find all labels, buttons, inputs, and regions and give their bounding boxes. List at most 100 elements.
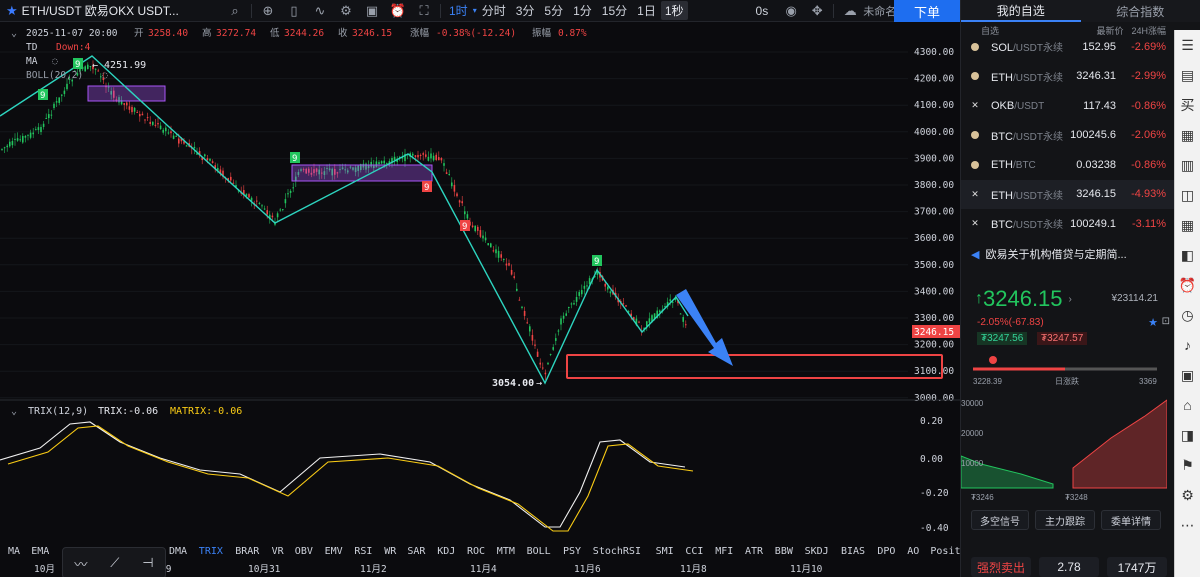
indicator-tab-ema[interactable]: EMA [31, 546, 49, 557]
indicator-icon[interactable]: ∿ [307, 0, 333, 22]
crosshair-icon[interactable]: ✥ [804, 0, 830, 22]
chart-canvas[interactable]: 9 9 9 9 9 9 ← 4251.99 3054.00 → 2025-11-… [0, 22, 979, 577]
sound-icon[interactable]: ♪ [1175, 330, 1200, 360]
add-indicator-icon[interactable]: ⊕ [255, 0, 281, 22]
fullscreen-icon[interactable]: ⛶ [411, 0, 437, 22]
indicator-tab-kdj[interactable]: KDJ [437, 546, 455, 557]
gift-icon[interactable]: ▣ [1175, 360, 1200, 390]
grid-icon[interactable]: ▦ [1175, 210, 1200, 240]
line-tool-icon[interactable]: ⟋ [110, 555, 119, 571]
indicator-tab-rsi[interactable]: RSI [354, 546, 372, 557]
news-icon[interactable]: ▥ [1175, 150, 1200, 180]
favorite-star-icon[interactable]: ★ [6, 3, 18, 19]
indicator-tab-skdj[interactable]: SKDJ [805, 546, 829, 557]
symbol-selector[interactable]: ★ ETH/USDT 欧易OKX USDT... [0, 2, 222, 19]
order-detail-button[interactable]: 委单详情 [1101, 510, 1161, 530]
interval-1h[interactable]: 1时 [444, 2, 473, 19]
indicator-tab-vr[interactable]: VR [272, 546, 285, 557]
indicator-tab-sar[interactable]: SAR [407, 546, 426, 557]
trix-tick: -0.20 [920, 488, 949, 499]
ask-price[interactable]: ₮3247.57 [1037, 332, 1088, 345]
indicator-tab-stochrsi[interactable]: StochRSI [593, 546, 641, 557]
interval-timeline[interactable]: 分时 [477, 2, 511, 19]
alert-icon[interactable]: ⏰ [385, 0, 411, 22]
layout-name[interactable]: 未命名 [863, 3, 896, 19]
interval-1m[interactable]: 1分 [568, 2, 597, 19]
interval-3m[interactable]: 3分 [511, 2, 540, 19]
settings-icon[interactable]: ⚙ [1175, 480, 1200, 510]
indicator-tab-boll[interactable]: BOLL [527, 546, 551, 557]
compare-icon[interactable]: ▣ [359, 0, 385, 22]
wave-tool-icon[interactable]: 〰 [74, 554, 87, 573]
trix-legend[interactable]: TRIX(12,9) [28, 406, 88, 417]
tag-icon[interactable]: ⌂ [1175, 390, 1200, 420]
indicator-tab-cci[interactable]: CCI [685, 546, 703, 557]
watchlist-row[interactable]: BTC/USDT永续 100245.6 -2.06% [961, 121, 1200, 151]
boll-legend[interactable]: BOLL(20,2) [26, 70, 83, 81]
indicator-tab-dpo[interactable]: DPO [877, 546, 895, 557]
share-icon[interactable]: ⊡ [1162, 316, 1170, 327]
eye-hidden-icon[interactable]: ◌ [102, 70, 108, 81]
buy-icon[interactable]: 买 [1175, 90, 1200, 120]
indicator-tab-smi[interactable]: SMI [656, 546, 674, 557]
long-short-signal-button[interactable]: 多空信号 [971, 510, 1029, 530]
calendar-icon[interactable]: ▦ [1175, 120, 1200, 150]
interval-5m[interactable]: 5分 [539, 2, 568, 19]
tab-watchlist[interactable]: 我的自选 [961, 0, 1081, 22]
settings-gear-icon[interactable]: ⚙ [333, 0, 359, 22]
main-force-button[interactable]: 主力跟踪 [1035, 510, 1095, 530]
indicator-tab-ao[interactable]: AO [907, 546, 919, 557]
watchlist-row[interactable]: ✕ ETH/USDT永续 3246.15 -4.93% [961, 179, 1200, 209]
indicator-tab-ma[interactable]: MA [8, 546, 20, 557]
indicator-tab-bias[interactable]: BIAS [841, 546, 865, 557]
star-icon[interactable]: ★ [1148, 316, 1158, 329]
interval-15m[interactable]: 15分 [597, 2, 632, 19]
order-button[interactable]: 下单 [894, 0, 960, 22]
collapse-chevron-icon[interactable]: ⌄ [11, 406, 17, 417]
doc-icon[interactable]: ▤ [1175, 60, 1200, 90]
strong-sell[interactable]: 强烈卖出 [971, 557, 1031, 577]
indicator-tab-mfi[interactable]: MFI [715, 546, 733, 557]
tab-index[interactable]: 综合指数 [1081, 0, 1200, 22]
list-icon[interactable]: ☰ [1175, 30, 1200, 60]
chart-area[interactable]: 9 9 9 9 9 9 ← 4251.99 3054.00 → 2025-11-… [0, 22, 979, 577]
watchlist-row[interactable]: ✕ BTC/USDT永续 100249.1 -3.11% [961, 209, 1200, 239]
watchlist-row[interactable]: ETH/USDT永续 3246.31 -2.99% [961, 62, 1200, 92]
indicator-tab-psy[interactable]: PSY [563, 546, 581, 557]
search-icon[interactable]: ⌕ [222, 0, 248, 22]
interval-1s[interactable]: 1秒 [660, 1, 688, 20]
indicator-tab-bbw[interactable]: BBW [775, 546, 794, 557]
watchlist-row[interactable]: ✕ OKB/USDT 117.43 -0.86% [961, 91, 1200, 121]
layers-icon[interactable]: ◧ [1175, 240, 1200, 270]
watchlist-row[interactable]: ETH/BTC 0.03238 -0.86% [961, 150, 1200, 180]
ma-legend[interactable]: MA [26, 56, 38, 67]
watchlist-row[interactable]: SOL/USDT永续 152.95 -2.69% [961, 32, 1200, 62]
more-icon[interactable]: ⋯ [1175, 510, 1200, 540]
indicator-tab-mtm[interactable]: MTM [497, 546, 515, 557]
camera-icon[interactable]: ◉ [778, 0, 804, 22]
indicator-tab-atr[interactable]: ATR [745, 546, 764, 557]
alarm-icon[interactable]: ⏰ [1175, 270, 1200, 300]
indicator-tab-dma[interactable]: DMA [169, 546, 187, 557]
indicator-tab-roc[interactable]: ROC [467, 546, 485, 557]
td-legend[interactable]: TD [26, 42, 38, 53]
eye-hidden-icon[interactable]: ◌ [52, 56, 58, 67]
bid-price[interactable]: ₮3247.56 [977, 332, 1028, 345]
panel-icon[interactable]: ◨ [1175, 420, 1200, 450]
indicator-tab-trix[interactable]: TRIX [199, 546, 223, 557]
candle-type-icon[interactable]: ▯ [281, 0, 307, 22]
notice-bar[interactable]: ◀ 欧易关于机构借贷与定期简... [971, 246, 1127, 262]
hline-tool-icon[interactable]: ⊣ [142, 555, 153, 571]
chat-icon[interactable]: ◫ [1175, 180, 1200, 210]
clock-icon[interactable]: ◷ [1175, 300, 1200, 330]
indicator-tab-wr[interactable]: WR [384, 546, 397, 557]
indicator-tab-obv[interactable]: OBV [295, 546, 313, 557]
cloud-icon[interactable]: ☁ [837, 0, 863, 22]
collapse-chevron-icon[interactable]: ⌄ [11, 28, 17, 39]
indicator-tab-position[interactable]: Position [930, 546, 978, 557]
indicator-tab-brar[interactable]: BRAR [235, 546, 260, 557]
interval-1d[interactable]: 1日 [632, 2, 661, 19]
chevron-right-icon[interactable]: › [1069, 294, 1072, 305]
indicator-tab-emv[interactable]: EMV [325, 546, 343, 557]
flag-icon[interactable]: ⚑ [1175, 450, 1200, 480]
